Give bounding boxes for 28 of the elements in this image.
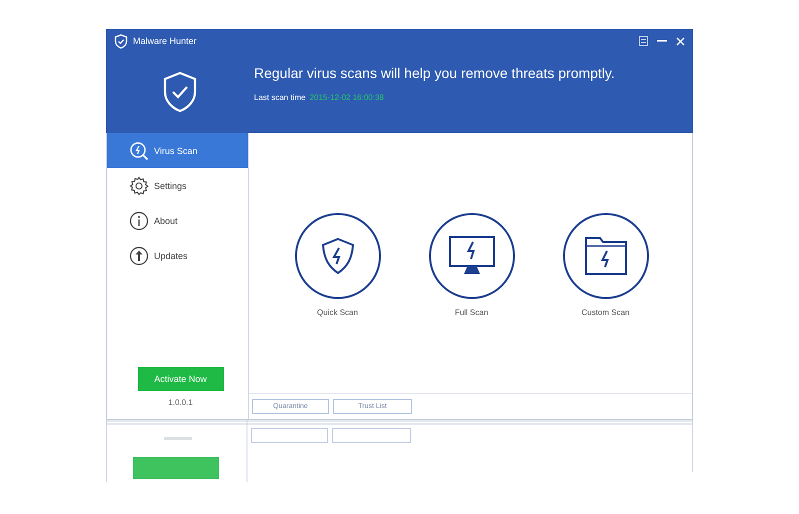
gear-icon [129,176,149,196]
sidebar-item[interactable]: Settings [107,168,248,203]
last-scan-time: 2015-12-02 16:00:38 [310,93,384,102]
minimize-icon[interactable] [657,40,667,42]
sidebar-item[interactable]: About [107,203,248,238]
last-scan-label: Last scan time [254,93,306,102]
info-icon [129,210,149,230]
scan-option-label: Quick Scan [317,308,358,317]
sidebar-item[interactable]: Virus Scan [107,133,248,168]
header-message: Regular virus scans will help you remove threats promptly. [254,65,615,81]
activate-button[interactable]: Activate Now [138,367,224,391]
version-text: 1.0.0.1 [168,398,193,407]
close-icon[interactable] [676,36,685,46]
scan-option-label: Custom Scan [581,308,630,317]
scan-option-label: Full Scan [454,308,488,317]
scan-option-button[interactable] [428,213,514,299]
menu-icon[interactable] [639,36,648,46]
window-title: Malware Hunter [133,36,197,46]
sidebar-item[interactable]: Updates [107,238,248,273]
monitor-bolt-icon [448,236,494,276]
scan-option-button[interactable] [294,213,380,299]
search-icon [129,140,149,160]
folder-bolt-icon [584,237,626,275]
update-icon [129,246,149,266]
shield-check-icon [162,71,198,113]
shield-bolt-icon [320,237,354,275]
scan-option-button[interactable] [562,213,648,299]
shield-check-icon [114,34,128,48]
